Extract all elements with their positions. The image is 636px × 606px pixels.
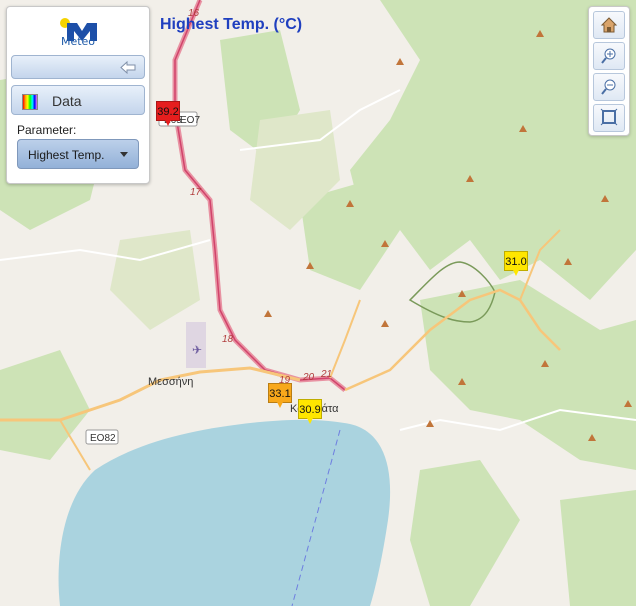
parameter-select[interactable]: Highest Temp. bbox=[17, 139, 139, 169]
map-title: Highest Temp. (°C) bbox=[160, 16, 303, 33]
parameter-label: Parameter: bbox=[17, 123, 77, 137]
zoom-out-icon bbox=[601, 79, 616, 95]
zoom-out-button[interactable] bbox=[593, 73, 625, 101]
marker-pointer bbox=[513, 270, 519, 276]
airport: ✈ bbox=[186, 322, 206, 368]
road-shield-label: EO82 bbox=[90, 433, 116, 444]
place-label-messini: Μεσσήνη bbox=[148, 376, 193, 388]
parameter-select-value: Highest Temp. bbox=[28, 148, 105, 162]
marker-pointer bbox=[277, 402, 283, 408]
logo-text: Meteo bbox=[60, 35, 96, 48]
data-button-label: Data bbox=[52, 93, 82, 109]
temperature-value: 31.0 bbox=[504, 251, 528, 271]
marker-pointer bbox=[307, 418, 313, 424]
road-shield-label: EO7 bbox=[180, 115, 200, 126]
temperature-value: 39.2 bbox=[156, 101, 180, 121]
color-scale-icon bbox=[22, 94, 38, 110]
data-button[interactable]: Data bbox=[11, 85, 145, 115]
road-number-label: 17 bbox=[190, 187, 202, 198]
chevron-down-icon bbox=[120, 152, 128, 157]
zoom-in-icon bbox=[601, 48, 616, 64]
marker-pointer bbox=[165, 120, 171, 126]
temperature-value: 30.9 bbox=[298, 399, 322, 419]
collapse-panel-button[interactable] bbox=[11, 55, 145, 79]
road-shield: EO82 bbox=[85, 429, 119, 445]
arrow-left-icon bbox=[120, 61, 136, 74]
zoom-extent-button[interactable] bbox=[593, 104, 625, 132]
zoom-in-button[interactable] bbox=[593, 42, 625, 70]
zoom-toolbar bbox=[588, 6, 630, 136]
home-button[interactable] bbox=[593, 11, 625, 39]
road-number-label: 21 bbox=[320, 369, 332, 380]
home-icon bbox=[600, 17, 618, 33]
zoom-extent-icon bbox=[600, 108, 618, 126]
road-number-label: 20 bbox=[302, 372, 315, 383]
temperature-value: 33.1 bbox=[268, 383, 292, 403]
control-panel: Meteo Data Parameter: Highest Temp. bbox=[6, 6, 150, 184]
road-number-label: 18 bbox=[222, 334, 234, 345]
svg-text:✈: ✈ bbox=[192, 343, 202, 357]
